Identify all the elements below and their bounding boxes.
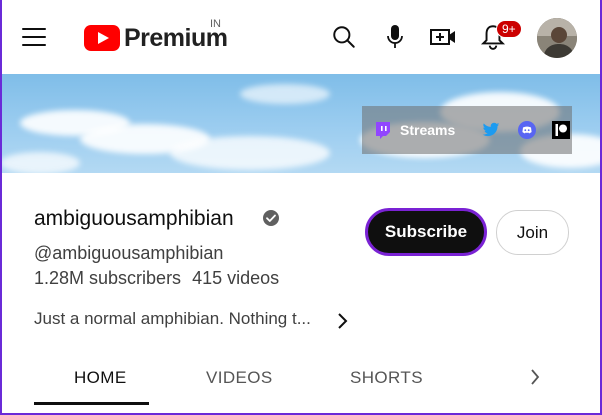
channel-name: ambiguousamphibian: [34, 207, 234, 230]
streams-link[interactable]: Streams: [374, 121, 455, 139]
menu-icon[interactable]: [22, 28, 46, 46]
notification-badge: 9+: [496, 20, 522, 38]
join-button[interactable]: Join: [496, 210, 569, 255]
tab-shorts[interactable]: SHORTS: [350, 368, 423, 388]
channel-description[interactable]: Just a normal amphibian. Nothing t...: [34, 309, 311, 329]
youtube-logo-icon: [84, 25, 120, 51]
chevron-right-icon[interactable]: [330, 309, 354, 333]
top-bar: Premium IN 9+: [0, 0, 602, 74]
verified-icon: [262, 209, 280, 227]
discord-icon[interactable]: [518, 121, 536, 139]
channel-links-panel: Streams: [362, 106, 572, 154]
region-label: IN: [210, 18, 221, 30]
streams-label: Streams: [400, 122, 456, 138]
create-video-icon[interactable]: [428, 22, 458, 52]
twitch-icon: [376, 122, 390, 139]
subscriber-count: 1.28M subscribers: [34, 268, 182, 288]
tabs-scroll-right-icon[interactable]: [524, 366, 546, 388]
active-tab-indicator: [34, 402, 149, 405]
channel-stats: 1.28M subscribers 415 videos: [34, 268, 279, 289]
search-icon[interactable]: [329, 22, 359, 52]
avatar[interactable]: [537, 18, 577, 58]
channel-handle: @ambiguousamphibian: [34, 243, 224, 263]
subscribe-button[interactable]: Subscribe: [365, 208, 487, 256]
twitter-icon[interactable]: [482, 121, 500, 139]
video-count: 415 videos: [192, 268, 280, 288]
microphone-icon[interactable]: [380, 22, 410, 52]
youtube-premium-logo[interactable]: Premium: [84, 24, 228, 52]
tab-home[interactable]: HOME: [74, 368, 127, 388]
tab-videos[interactable]: VIDEOS: [206, 368, 273, 388]
patreon-icon[interactable]: [552, 121, 570, 139]
